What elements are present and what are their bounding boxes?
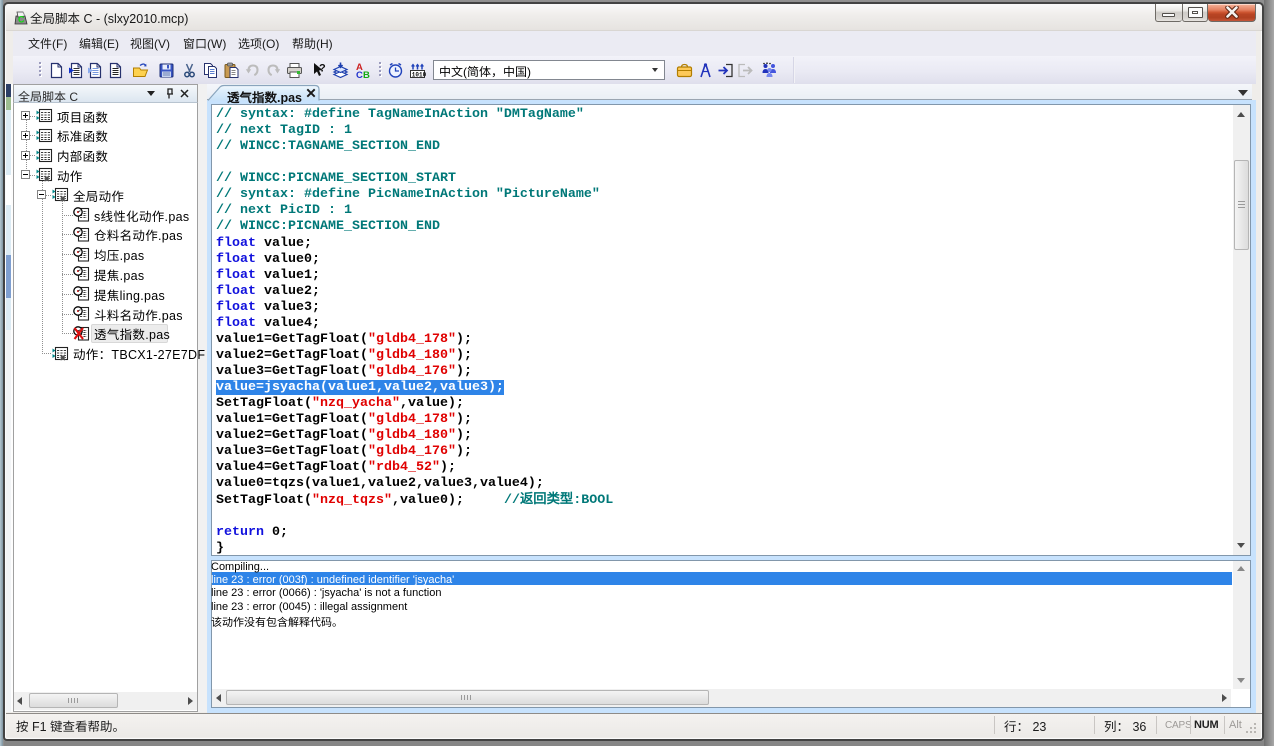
svg-text:1010: 1010: [411, 71, 425, 78]
svg-text:C: C: [18, 15, 25, 25]
svg-text:?: ?: [319, 62, 326, 74]
svg-text:B: B: [363, 70, 370, 79]
svg-text:C: C: [356, 70, 363, 79]
